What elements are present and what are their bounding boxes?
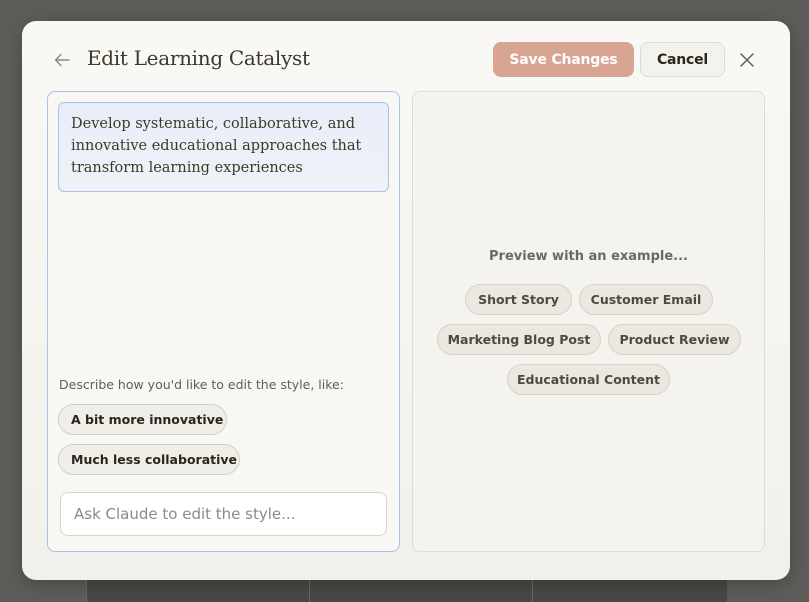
close-icon xyxy=(740,53,754,67)
preview-title: Preview with an example... xyxy=(489,249,688,264)
dialog-title: Edit Learning Catalyst xyxy=(87,46,310,70)
back-button[interactable] xyxy=(48,49,76,71)
edit-hint: Describe how you'd like to edit the styl… xyxy=(59,377,344,392)
close-button[interactable] xyxy=(734,47,760,73)
style-description[interactable]: Develop systematic, collaborative, and i… xyxy=(58,102,389,192)
suggestion-chip[interactable]: Much less collaborative xyxy=(58,444,240,475)
preview-panel: Preview with an example... Short Story C… xyxy=(412,91,765,552)
example-chip-product-review[interactable]: Product Review xyxy=(608,324,741,355)
style-editor-panel: Develop systematic, collaborative, and i… xyxy=(47,91,400,552)
dialog-header: Edit Learning Catalyst Save Changes Canc… xyxy=(22,41,790,79)
suggestion-chip[interactable]: A bit more innovative xyxy=(58,404,227,435)
example-chip-short-story[interactable]: Short Story xyxy=(465,284,572,315)
example-chip-marketing-blog-post[interactable]: Marketing Blog Post xyxy=(437,324,601,355)
save-changes-button[interactable]: Save Changes xyxy=(493,42,634,77)
example-chip-customer-email[interactable]: Customer Email xyxy=(579,284,713,315)
edit-style-input[interactable] xyxy=(60,492,387,536)
example-chip-educational-content[interactable]: Educational Content xyxy=(507,364,670,395)
cancel-button[interactable]: Cancel xyxy=(640,42,725,77)
arrow-left-icon xyxy=(54,53,70,67)
edit-style-dialog: Edit Learning Catalyst Save Changes Canc… xyxy=(22,21,790,580)
